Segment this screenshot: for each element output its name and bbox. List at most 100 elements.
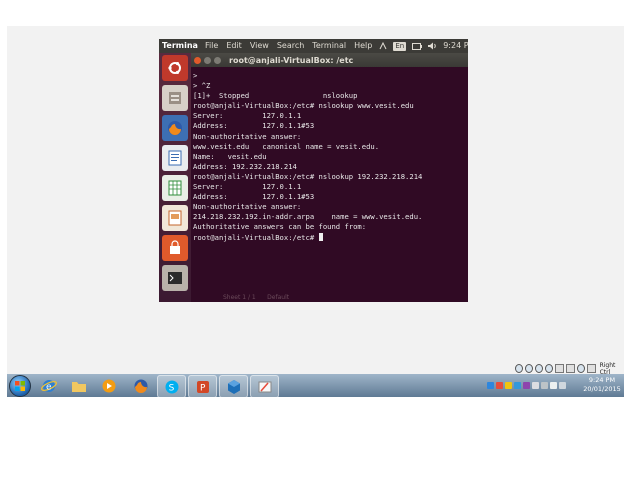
menu-edit[interactable]: Edit (222, 39, 246, 53)
window-titlebar[interactable]: root@anjali-VirtualBox: /etc (191, 53, 468, 67)
firefox-icon (134, 379, 147, 393)
battery-icon[interactable] (409, 42, 425, 50)
taskbar-virtualbox[interactable] (219, 375, 248, 397)
terminal-line: root@anjali-VirtualBox:/etc# nslookup ww… (193, 101, 414, 111)
spreadsheet-icon (168, 180, 182, 196)
file-cabinet-icon (169, 92, 181, 104)
terminal-line: Name: vesit.edu (193, 151, 267, 161)
network-adapter-icon[interactable] (555, 364, 564, 373)
virtualbox-status-icons: Right Ctrl (515, 362, 624, 376)
launcher-terminal[interactable] (162, 265, 188, 291)
panel-clock[interactable]: 9:24 PM (440, 39, 468, 53)
app-tray-icon[interactable] (523, 382, 530, 389)
launcher-files[interactable] (162, 85, 188, 111)
terminal-line: > (193, 71, 198, 80)
terminal-line: [1]+ Stopped nslookup (193, 91, 358, 101)
close-button[interactable] (194, 56, 201, 64)
terminal-line: 214.218.232.192.in-addr.arpa name = www.… (193, 212, 423, 222)
taskbar-firefox[interactable] (127, 375, 154, 396)
virtualbox-display[interactable]: Termina File Edit View Search Terminal H… (159, 39, 468, 302)
presentation-icon (168, 210, 182, 226)
terminal-line: Non-authoritative answer: (193, 131, 302, 141)
menu-file[interactable]: File (201, 39, 222, 53)
internet-explorer-icon: e (40, 379, 57, 392)
clock-time: 9:24 PM (588, 376, 616, 384)
taskbar-internet-explorer[interactable]: e (35, 375, 62, 396)
keyboard-layout-indicator[interactable]: En (390, 41, 409, 51)
terminal-prompt: root@anjali-VirtualBox:/etc# (193, 232, 319, 242)
unity-launcher (159, 53, 191, 302)
menu-help[interactable]: Help (350, 39, 376, 53)
launcher-firefox[interactable] (162, 115, 188, 141)
launcher-impress[interactable] (162, 205, 188, 231)
svg-text:P: P (200, 383, 206, 393)
security-icon[interactable] (505, 382, 512, 389)
action-center-icon[interactable] (532, 382, 539, 389)
volume-icon[interactable] (559, 382, 566, 389)
taskbar-explorer[interactable] (65, 375, 92, 396)
host-screen: Termina File Edit View Search Terminal H… (7, 26, 624, 397)
taskbar-paint[interactable] (250, 375, 279, 397)
paint-icon (258, 381, 271, 392)
skype-icon: S (165, 380, 178, 393)
launcher-writer[interactable] (162, 145, 188, 171)
play-icon (102, 379, 115, 392)
sync-icon[interactable] (514, 382, 521, 389)
maximize-button[interactable] (214, 56, 221, 64)
shopping-bag-icon (170, 240, 180, 254)
firefox-icon (168, 121, 182, 135)
terminal-line: Address: 127.0.1.1#53 (193, 121, 315, 131)
shared-folder-icon[interactable] (545, 364, 553, 373)
network-icon[interactable] (376, 42, 390, 50)
taskbar-media-player[interactable] (95, 375, 122, 396)
terminal-line: Server: 127.0.1.1 (193, 182, 302, 192)
ubuntu-logo-icon (168, 62, 181, 74)
optical-drive-icon[interactable] (525, 364, 533, 373)
virtualbox-icon (227, 379, 240, 394)
terminal-prompt-line[interactable]: root@anjali-VirtualBox:/etc# (193, 232, 466, 243)
windows-taskbar: e S P 9:24 PM 20/01/2015 (7, 374, 624, 397)
menu-search[interactable]: Search (273, 39, 308, 53)
terminal-window[interactable]: root@anjali-VirtualBox: /etc > > ^Z [1]+ S… (191, 53, 468, 302)
taskbar-clock[interactable]: 9:24 PM 20/01/2015 (582, 376, 622, 394)
hard-disk-icon[interactable] (515, 364, 523, 373)
powerpoint-icon: P (196, 380, 209, 393)
network-icon[interactable] (550, 382, 557, 389)
bluetooth-icon[interactable] (487, 382, 494, 389)
terminal-output[interactable]: > > ^Z [1]+ Stopped nslookup root@anjali-Vi… (191, 67, 468, 243)
terminal-line: > ^Z (193, 81, 211, 91)
antivirus-icon[interactable] (496, 382, 503, 389)
keyboard-layout-label: En (393, 41, 407, 51)
terminal-line: Address: 192.232.218.214 (193, 161, 297, 171)
launcher-ubuntu-dash[interactable] (162, 55, 188, 81)
clock-date: 20/01/2015 (583, 385, 621, 393)
terminal-line: Address: 127.0.1.1#53 (193, 192, 315, 202)
mouse-integration-icon[interactable] (576, 364, 585, 373)
svg-text:e: e (46, 382, 52, 392)
menu-view[interactable]: View (246, 39, 273, 53)
launcher-calc[interactable] (162, 175, 188, 201)
document-icon (168, 150, 182, 166)
launcher-software-center[interactable] (162, 235, 188, 261)
terminal-line: Server: 127.0.1.1 (193, 111, 302, 121)
power-icon[interactable] (541, 382, 548, 389)
terminal-line: Authoritative answers can be found from: (193, 222, 367, 232)
taskbar-powerpoint[interactable]: P (188, 375, 217, 397)
app-name: Termina (162, 41, 198, 50)
window-title: root@anjali-VirtualBox: /etc (229, 55, 354, 65)
minimize-button[interactable] (204, 56, 211, 64)
folder-icon (71, 381, 86, 392)
keyboard-capture-icon[interactable] (586, 364, 596, 373)
menu-terminal[interactable]: Terminal (308, 39, 350, 53)
terminal-icon (168, 272, 182, 284)
start-button[interactable] (9, 375, 31, 397)
svg-text:S: S (168, 383, 174, 393)
faint-background-status: Sheet 1 / 1 Default (223, 294, 290, 301)
volume-icon[interactable] (425, 42, 440, 50)
taskbar-skype[interactable]: S (157, 375, 186, 397)
display-icon[interactable] (565, 364, 575, 373)
terminal-line: root@anjali-VirtualBox:/etc# nslookup 19… (193, 171, 423, 181)
notification-area (487, 376, 566, 395)
terminal-line: Non-authoritative answer: (193, 202, 302, 212)
usb-icon[interactable] (535, 364, 543, 373)
